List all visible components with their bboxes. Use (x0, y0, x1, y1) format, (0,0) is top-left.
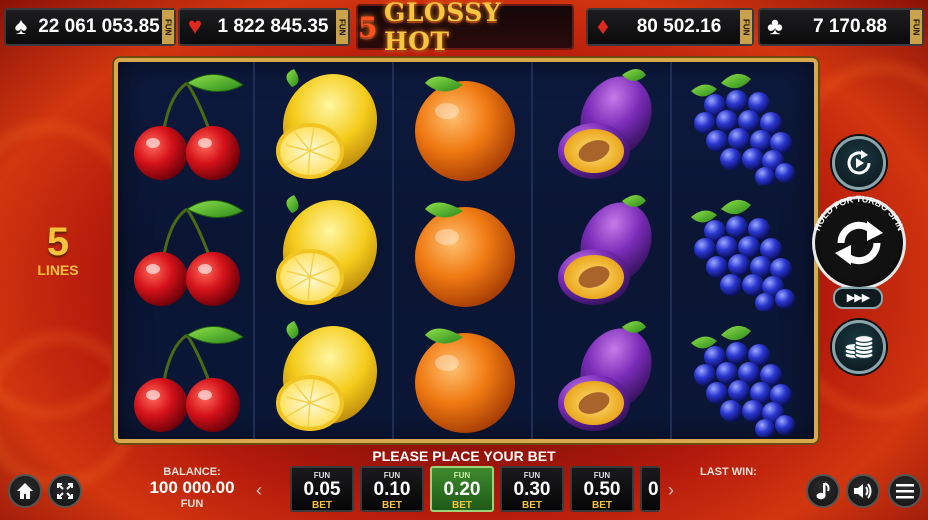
fun-tag: FUN (910, 10, 922, 44)
turbo-button[interactable]: ▶▶▶ (833, 287, 883, 309)
jackpot-value: 22 061 053.85 (38, 16, 160, 37)
bet-label: BET (382, 500, 402, 511)
bet-label: BET (592, 500, 612, 511)
bottom-bar: PLEASE PLACE YOUR BET BALANCE: 100 000.0… (0, 446, 928, 520)
jackpot-club: ♣ 7 170.88 FUN (758, 8, 924, 46)
plum-symbol (535, 62, 672, 187)
bet-value: 0.20 (443, 479, 481, 500)
fun-tag: FUN (162, 10, 174, 44)
club-icon: ♣ (767, 13, 783, 40)
cherry-symbol (118, 188, 255, 313)
home-icon (17, 483, 33, 499)
jackpot-heart: ♥ 1 822 845.35 FUN (178, 8, 350, 46)
fullscreen-button[interactable] (48, 474, 82, 508)
jackpot-value: 80 502.16 (636, 16, 722, 37)
svg-text:HOLD FOR TURBO SPIN: HOLD FOR TURBO SPIN (812, 194, 906, 232)
music-note-icon (816, 482, 830, 500)
bet-value: 0.50 (583, 479, 621, 500)
diamond-icon: ♦ (596, 13, 610, 40)
bet-settings-button[interactable] (832, 320, 886, 374)
reel-5 (674, 62, 811, 439)
heart-icon: ♥ (187, 13, 203, 40)
reel-2 (257, 62, 394, 439)
logo-text: GLOSSY HOT (383, 0, 502, 56)
lemon-symbol (257, 314, 394, 439)
autoplay-icon (847, 150, 871, 175)
orange-symbol (396, 188, 533, 313)
bet-value: 0.10 (373, 479, 411, 500)
game-logo: 5 GLOSSY HOT (356, 0, 574, 56)
bet-value: 0.30 (513, 479, 551, 500)
lines-label: LINES (37, 262, 79, 278)
reel-3 (396, 62, 533, 439)
menu-button[interactable] (888, 474, 922, 508)
lemon-symbol (257, 188, 394, 313)
speaker-icon (854, 483, 872, 499)
bet-option[interactable]: FUN 0.30 BET (500, 466, 564, 512)
balance-value: 100 000.00 (149, 478, 235, 497)
spade-icon: ♠ (14, 13, 28, 40)
bet-prompt: PLEASE PLACE YOUR BET (372, 448, 556, 464)
lemon-symbol (257, 62, 394, 187)
bet-option-partial[interactable]: 0 (640, 466, 660, 512)
bet-label: BET (452, 500, 472, 511)
grapes-symbol (674, 62, 811, 187)
fullscreen-icon (57, 483, 73, 499)
last-win-label: LAST WIN: (700, 466, 757, 478)
plum-symbol (535, 314, 672, 439)
bet-label: BET (312, 500, 332, 511)
jackpot-diamond: ♦ 80 502.16 FUN (586, 8, 754, 46)
bet-value: 0 (648, 479, 659, 500)
plum-symbol (535, 188, 672, 313)
balance-title: BALANCE: (163, 466, 221, 478)
cherry-symbol (118, 62, 255, 187)
sound-button[interactable] (846, 474, 880, 508)
balance-display: BALANCE: 100 000.00 FUN (130, 466, 254, 510)
hamburger-menu-icon (896, 484, 914, 499)
reels-frame (114, 58, 818, 443)
cherry-symbol (118, 314, 255, 439)
bet-scroll-left[interactable]: ‹ (256, 480, 262, 501)
jackpot-value: 1 822 845.35 (217, 16, 329, 37)
grapes-symbol (674, 314, 811, 439)
autoplay-button[interactable] (832, 136, 886, 190)
lines-indicator: 5 LINES (26, 222, 90, 278)
bet-option-selected[interactable]: FUN 0.20 BET (430, 466, 494, 512)
jackpot-value: 7 170.88 (813, 16, 887, 37)
bet-label: BET (522, 500, 542, 511)
bet-option[interactable]: FUN 0.05 BET (290, 466, 354, 512)
lines-count: 5 (46, 220, 70, 264)
coins-icon (844, 334, 874, 360)
bet-option[interactable]: FUN 0.50 BET (570, 466, 634, 512)
bet-scroll-right[interactable]: › (668, 480, 674, 501)
music-button[interactable] (806, 474, 840, 508)
orange-symbol (396, 314, 533, 439)
jackpot-spade: ♠ 22 061 053.85 FUN (4, 8, 176, 46)
balance-currency: FUN (180, 498, 204, 510)
bet-value: 0.05 (303, 479, 341, 500)
orange-symbol (396, 62, 533, 187)
grapes-symbol (674, 188, 811, 313)
fun-tag: FUN (336, 10, 348, 44)
fun-tag: FUN (740, 10, 752, 44)
reel-1 (118, 62, 255, 439)
logo-number: 5 (358, 10, 378, 44)
reel-4 (535, 62, 672, 439)
home-button[interactable] (8, 474, 42, 508)
turbo-hint: HOLD FOR TURBO SPIN (812, 194, 906, 232)
bet-option[interactable]: FUN 0.10 BET (360, 466, 424, 512)
